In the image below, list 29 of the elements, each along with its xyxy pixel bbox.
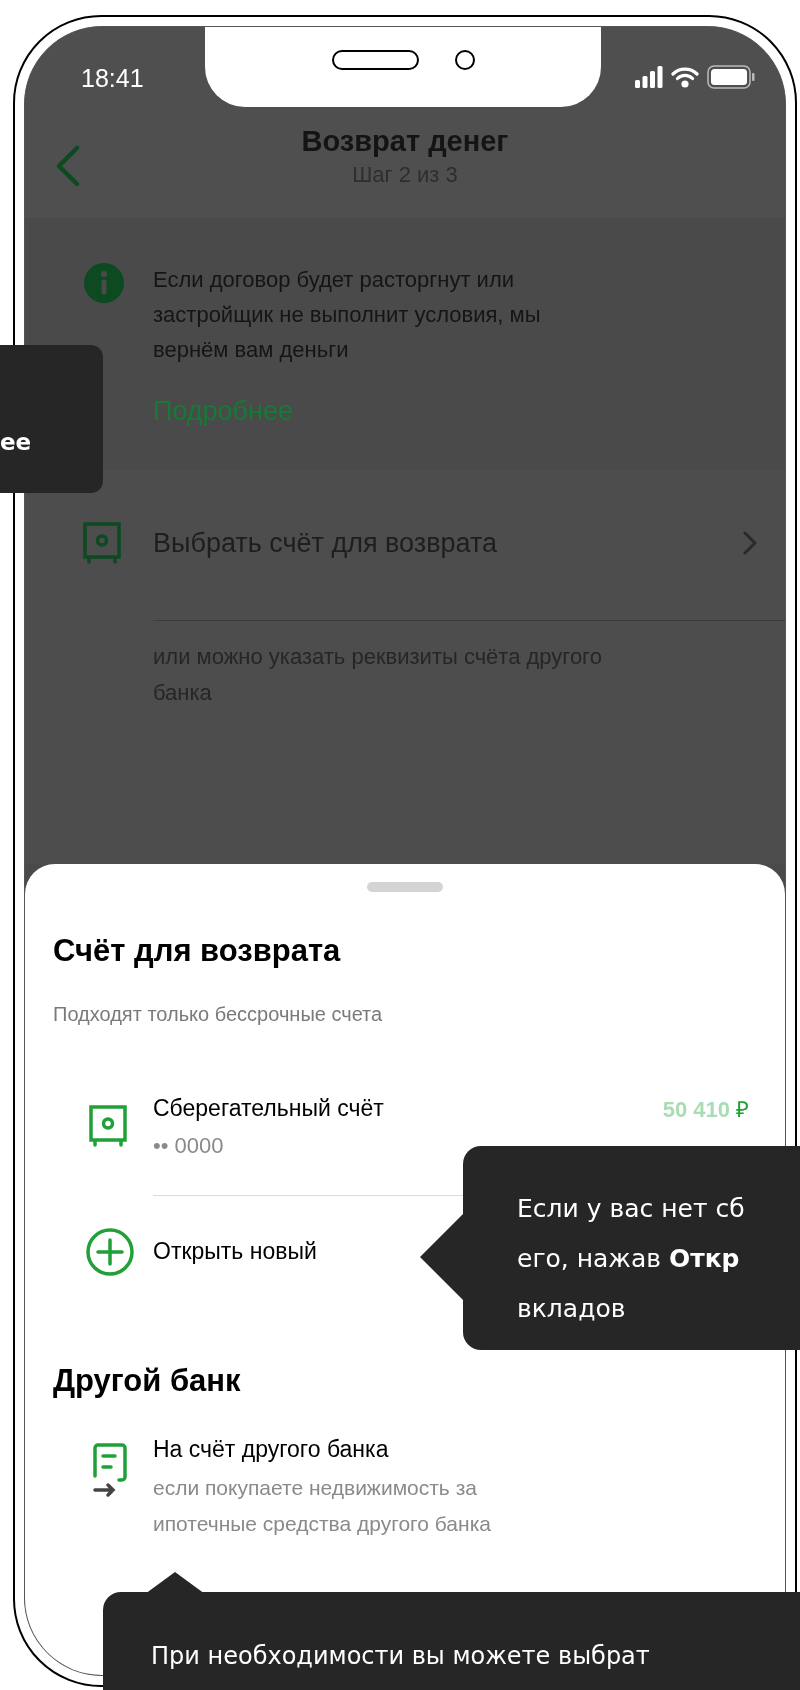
safe-icon	[83, 522, 121, 564]
info-icon	[83, 262, 125, 304]
account-balance: 50 410	[662, 1095, 730, 1124]
tooltip-text: его, нажав Откр	[517, 1243, 741, 1275]
account-number: •• 0000	[153, 1131, 225, 1160]
plus-circle-icon	[85, 1226, 135, 1277]
chevron-right-icon	[743, 531, 757, 555]
other-bank-button[interactable]: На счёт другого банка	[153, 1434, 563, 1464]
currency-sign: ₽	[736, 1095, 749, 1124]
wifi-icon	[671, 66, 699, 88]
camera-icon	[454, 50, 475, 70]
signal-icon	[635, 66, 663, 88]
back-icon[interactable]	[55, 144, 81, 187]
speaker-icon	[331, 50, 419, 70]
open-new-account-button[interactable]: Открыть новый	[153, 1234, 317, 1269]
section-title: Другой банк	[53, 1361, 241, 1400]
drag-handle[interactable]	[367, 882, 443, 892]
status-time: 18:41	[80, 63, 145, 94]
sheet-title: Счёт для возврата	[53, 932, 341, 970]
safe-icon	[89, 1104, 127, 1147]
screen-title: Возврат денег	[301, 123, 509, 159]
other-bank-description: если покупаете недвижимость за ипотечные средства другого банка	[153, 1475, 492, 1537]
battery-icon	[707, 65, 755, 89]
tooltip-text: При необходимости вы можете выбрат	[151, 1641, 651, 1672]
tooltip-text: вкладов	[517, 1293, 627, 1325]
tooltip-text: Если у вас нет сб	[517, 1193, 746, 1225]
tooltip-text: ee	[0, 428, 33, 457]
account-name: Сберегательный счёт	[153, 1093, 385, 1123]
sheet-subtitle: Подходят только бессрочные счета	[53, 1001, 383, 1027]
